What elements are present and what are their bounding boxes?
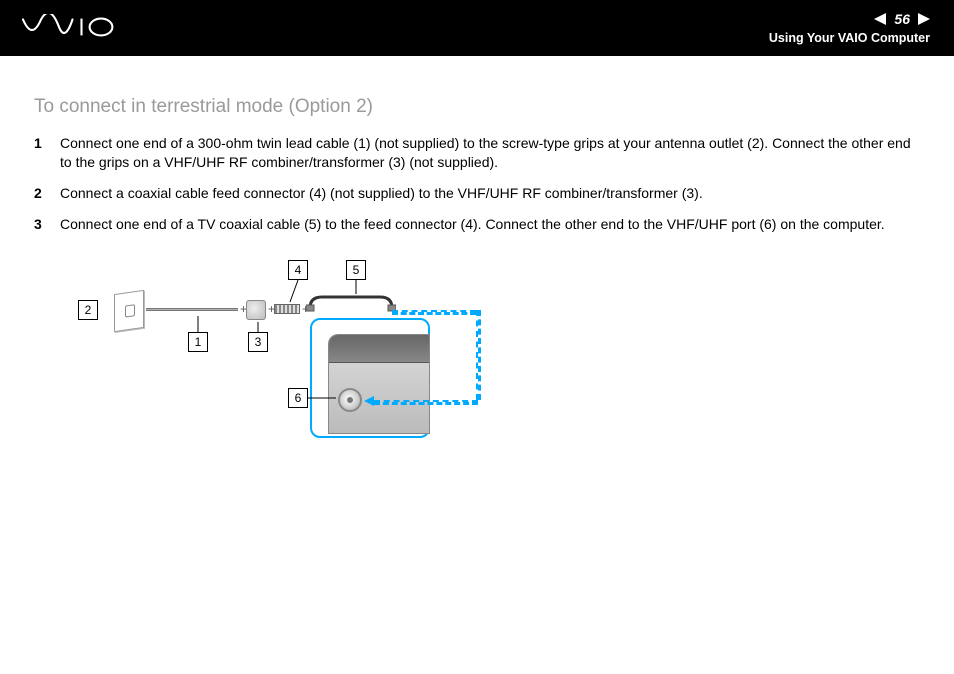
step-text: Connect a coaxial cable feed connector (…	[60, 184, 920, 203]
step-item: 3 Connect one end of a TV coaxial cable …	[34, 215, 920, 234]
connection-diagram: 2 1 3 4 5 6 + + +	[60, 252, 490, 452]
step-text: Connect one end of a 300-ohm twin lead c…	[60, 134, 920, 172]
section-label: Using Your VAIO Computer	[769, 30, 930, 46]
step-number: 2	[34, 184, 60, 203]
step-number: 3	[34, 215, 60, 234]
next-page-arrow-icon[interactable]	[918, 13, 930, 25]
section-title: To connect in terrestrial mode (Option 2…	[34, 96, 920, 118]
vaio-logo	[20, 14, 140, 43]
step-number: 1	[34, 134, 60, 172]
steps-list: 1 Connect one end of a 300-ohm twin lead…	[34, 134, 920, 234]
prev-page-arrow-icon[interactable]	[874, 13, 886, 25]
content-area: To connect in terrestrial mode (Option 2…	[0, 56, 954, 452]
page-nav: 56	[769, 10, 930, 28]
header-right: 56 Using Your VAIO Computer	[769, 10, 930, 46]
leader-lines	[60, 252, 490, 452]
step-text: Connect one end of a TV coaxial cable (5…	[60, 215, 920, 234]
step-item: 1 Connect one end of a 300-ohm twin lead…	[34, 134, 920, 172]
header-bar: 56 Using Your VAIO Computer	[0, 0, 954, 56]
step-item: 2 Connect a coaxial cable feed connector…	[34, 184, 920, 203]
page-number: 56	[894, 10, 910, 28]
